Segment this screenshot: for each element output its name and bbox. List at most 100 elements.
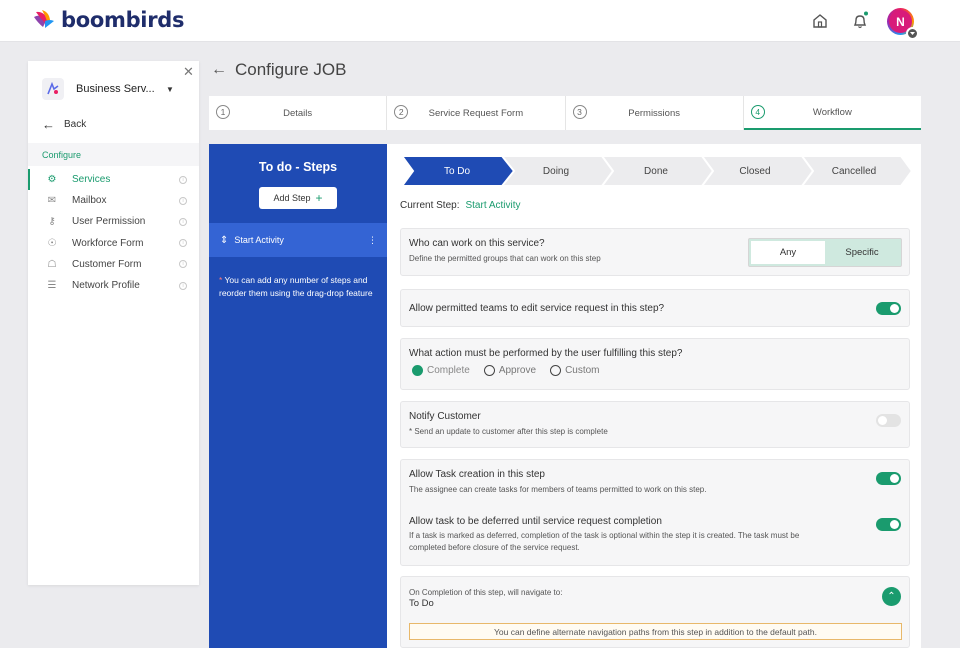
steps-panel: To do - Steps Add Step + ⇕ Start Activit… <box>209 144 387 648</box>
sidebar-item-mailbox[interactable]: ✉ Mailbox i <box>28 190 199 211</box>
step-item-start-activity[interactable]: ⇕ Start Activity ⋮ <box>209 223 387 257</box>
services-icon: ⚙ <box>47 174 57 186</box>
current-step-value: Start Activity <box>465 200 521 211</box>
top-bar: boombirds N <box>0 0 960 42</box>
workforce-icon: ☉ <box>47 237 57 249</box>
chevron-down-icon: ▼ <box>166 84 174 94</box>
task-deferred-toggle[interactable] <box>876 518 901 531</box>
radio-dot <box>412 365 423 376</box>
home-icon[interactable] <box>810 11 830 31</box>
brand-logo[interactable]: boombirds <box>33 8 184 32</box>
radio-dot <box>483 365 495 376</box>
sidebar-item-label: Services <box>72 174 111 186</box>
sidebar-item-services[interactable]: ⚙ Services i <box>28 169 199 191</box>
radio-label: Complete <box>427 365 470 376</box>
sidebar-item-label: Network Profile <box>72 280 140 292</box>
info-icon[interactable]: i <box>179 239 187 248</box>
workspace-name: Business Serv... <box>76 83 155 95</box>
customer-icon: ☖ <box>47 258 57 270</box>
info-icon[interactable]: i <box>179 196 187 205</box>
task-deferred-title: Allow task to be deferred until service … <box>409 516 662 527</box>
bird-logo-icon <box>34 10 54 28</box>
sidebar-item-customer-form[interactable]: ☖ Customer Form i <box>28 254 199 275</box>
config-tabs: 1 Details 2 Service Request Form 3 Permi… <box>209 96 921 130</box>
info-icon[interactable]: i <box>179 175 187 184</box>
step-item-label: Start Activity <box>234 235 284 245</box>
steps-help-note: * You can add any number of steps and re… <box>219 274 377 299</box>
allow-edit-card: Allow permitted teams to edit service re… <box>400 289 910 327</box>
avatar-menu-caret-icon[interactable] <box>906 27 919 40</box>
flow-step-done[interactable]: Done <box>606 156 706 186</box>
tab-number: 2 <box>394 105 409 119</box>
close-icon[interactable]: ✕ <box>183 64 194 80</box>
who-can-work-toggle: Any Specific <box>748 238 902 267</box>
tab-label: Permissions <box>628 107 680 119</box>
sidebar-item-label: Customer Form <box>72 258 142 270</box>
completion-target: To Do <box>409 598 434 609</box>
info-icon[interactable]: i <box>179 217 187 226</box>
sidebar-item-workforce-form[interactable]: ☉ Workforce Form i <box>28 233 199 254</box>
notify-subtitle: * Send an update to customer after this … <box>409 427 608 436</box>
more-options-icon[interactable]: ⋮ <box>368 235 377 246</box>
flow-step-closed[interactable]: Closed <box>705 156 805 186</box>
task-deferred-subtitle: If a task is marked as deferred, complet… <box>409 531 800 552</box>
tab-permissions[interactable]: 3 Permissions <box>566 96 744 130</box>
tab-number: 4 <box>750 105 765 119</box>
tab-label: Workflow <box>812 106 852 118</box>
brand-name: boombirds <box>61 8 185 32</box>
back-arrow-icon[interactable]: ← <box>211 61 227 79</box>
tab-number: 1 <box>216 105 230 119</box>
radio-complete[interactable]: Complete <box>412 365 470 376</box>
who-can-work-card: Who can work on this service? Define the… <box>400 228 910 276</box>
task-creation-toggle[interactable] <box>876 472 901 485</box>
radio-approve[interactable]: Approve <box>483 365 537 376</box>
tab-details[interactable]: 1 Details <box>209 96 388 130</box>
radio-label: Custom <box>565 365 600 376</box>
bell-icon[interactable] <box>850 11 870 31</box>
sidebar-item-network-profile[interactable]: ☰ Network Profile i <box>28 275 199 296</box>
option-specific[interactable]: Specific <box>825 241 899 264</box>
page-title: Configure JOB <box>235 60 347 79</box>
add-step-button[interactable]: Add Step + <box>259 187 337 209</box>
sidebar-item-user-permission[interactable]: ⚷ User Permission i <box>28 211 199 232</box>
info-icon[interactable]: i <box>179 260 187 269</box>
radio-custom[interactable]: Custom <box>550 365 600 376</box>
workspace-selector[interactable]: Business Serv... ▼ <box>42 78 174 100</box>
task-settings-card: Allow Task creation in this step The ass… <box>400 459 910 566</box>
who-can-work-subtitle: Define the permitted groups that can wor… <box>409 254 601 263</box>
action-card: What action must be performed by the use… <box>400 338 910 390</box>
who-can-work-title: Who can work on this service? <box>409 238 545 249</box>
tab-label: Service Request Form <box>428 107 524 119</box>
allow-edit-title: Allow permitted teams to edit service re… <box>409 303 665 314</box>
tab-workflow[interactable]: 4 Workflow <box>743 96 921 130</box>
flow-step-to-do[interactable]: To Do <box>407 156 507 186</box>
allow-edit-toggle[interactable] <box>876 302 901 315</box>
flow-step-doing[interactable]: Doing <box>506 156 606 186</box>
radio-label: Approve <box>498 365 537 376</box>
task-creation-subtitle: The assignee can create tasks for member… <box>409 485 707 494</box>
chevron-up-icon[interactable]: ⌃ <box>882 587 901 606</box>
sidebar-item-label: Mailbox <box>72 195 107 207</box>
drag-handle-icon[interactable]: ⇕ <box>220 235 228 246</box>
page-header: ← Configure JOB <box>211 60 347 80</box>
back-label: Back <box>64 119 87 130</box>
tab-service-request-form[interactable]: 2 Service Request Form <box>387 96 566 130</box>
notify-title: Notify Customer <box>409 411 481 422</box>
task-creation-title: Allow Task creation in this step <box>409 469 545 480</box>
document-icon: ☰ <box>47 280 57 292</box>
current-step: Current Step: Start Activity <box>400 200 521 211</box>
notify-toggle[interactable] <box>876 414 901 427</box>
option-any[interactable]: Any <box>751 241 825 264</box>
sidebar: ✕ Business Serv... ▼ ← Back Configure ⚙ … <box>28 61 199 585</box>
completion-info-banner: You can define alternate navigation path… <box>409 623 902 640</box>
plus-icon: + <box>315 191 323 205</box>
notify-card: Notify Customer * Send an update to cust… <box>400 401 910 448</box>
note-text: You can add any number of steps and reor… <box>219 275 373 298</box>
info-icon[interactable]: i <box>179 281 187 290</box>
sidebar-item-label: Workforce Form <box>72 237 144 249</box>
sidebar-item-label: User Permission <box>72 216 146 228</box>
back-link[interactable]: ← Back <box>42 117 86 132</box>
flow-step-cancelled[interactable]: Cancelled <box>804 156 904 186</box>
section-header-configure: Configure <box>28 143 199 166</box>
completion-card: On Completion of this step, will navigat… <box>400 576 910 648</box>
